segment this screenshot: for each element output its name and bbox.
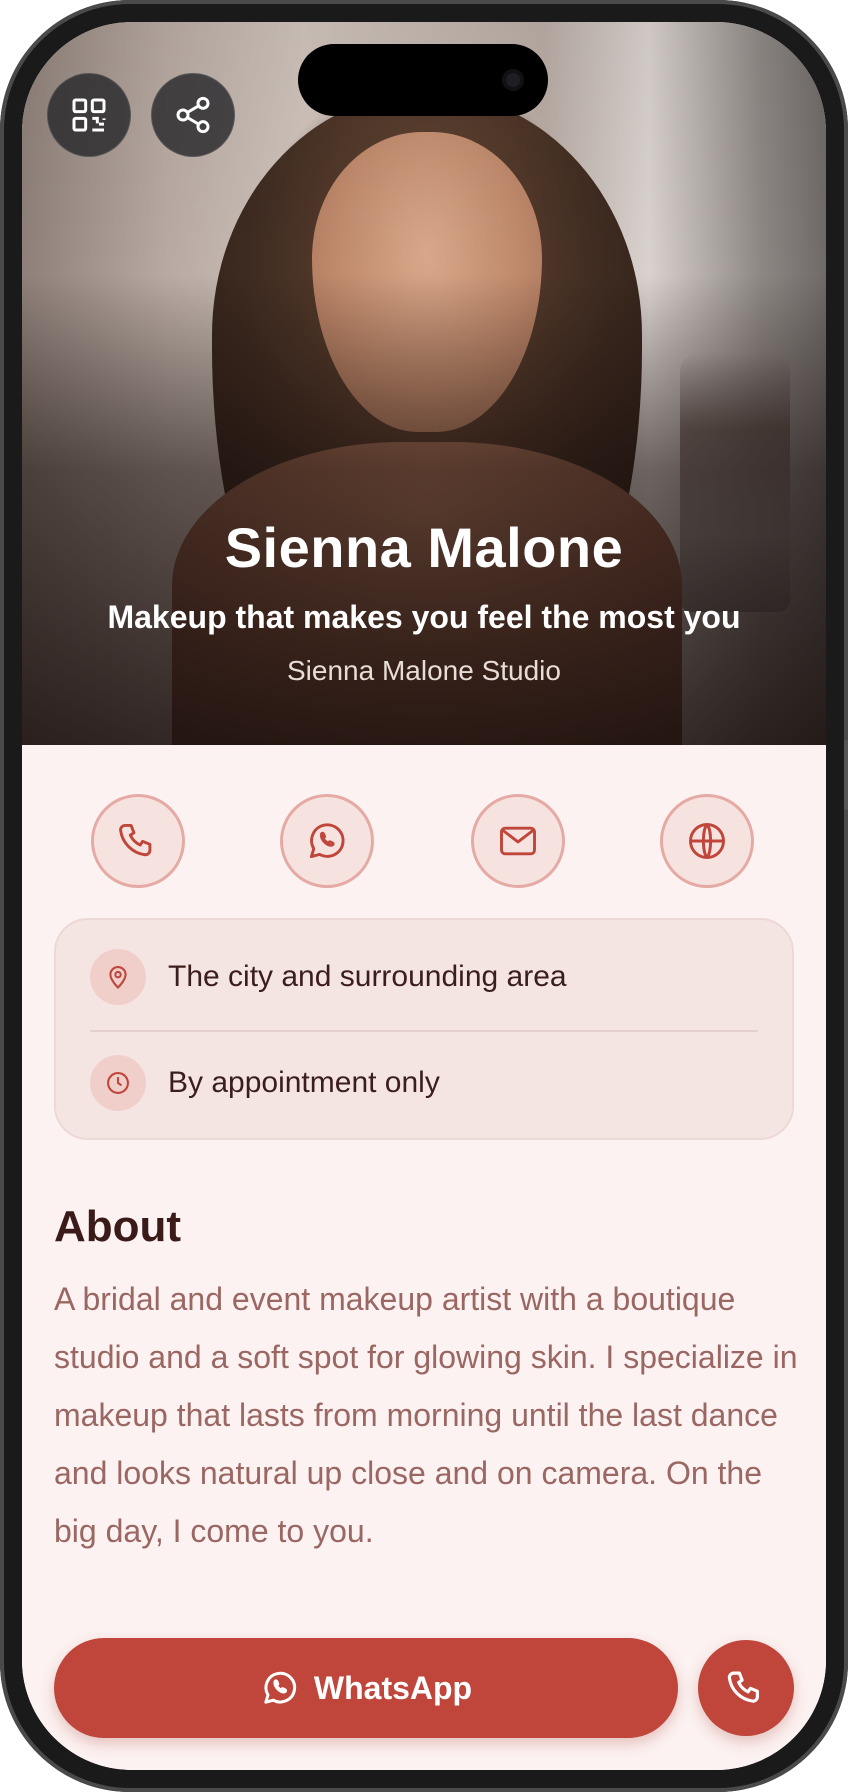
phone-action-button[interactable] [91,794,185,888]
about-heading: About [54,1202,182,1251]
email-action-button[interactable] [471,794,565,888]
mail-icon [500,826,536,856]
phone-icon [727,1671,759,1703]
whatsapp-icon [309,823,345,859]
share-icon [176,96,210,134]
about-text: A bridal and event makeup artist with a … [54,1281,798,1549]
location-row: The city and surrounding area [90,942,758,1012]
hours-text: By appointment only [168,1066,440,1099]
profile-name: Sienna Malone [224,516,624,579]
share-button[interactable] [151,73,235,157]
side-button [844,740,848,810]
contact-actions [22,794,826,890]
whatsapp-button[interactable]: WhatsApp [54,1638,678,1738]
location-icon-badge [90,949,146,1005]
hero-photo: Sienna Malone Makeup that makes you feel… [22,22,826,745]
hours-row: By appointment only [90,1048,758,1118]
whatsapp-button-label: WhatsApp [313,1669,473,1706]
dynamic-island [298,44,548,116]
call-button[interactable] [698,1640,794,1736]
info-divider [90,1030,758,1032]
profile-tagline: Makeup that makes you feel the most you [107,599,741,635]
phone-frame: Sienna Malone Makeup that makes you feel… [0,0,848,1792]
qr-code-icon [72,98,106,132]
hours-icon-badge [90,1055,146,1111]
location-text: The city and surrounding area [168,960,567,993]
screen: Sienna Malone Makeup that makes you feel… [22,22,826,1770]
map-pin-icon [109,966,127,989]
phone-icon [119,823,152,857]
clock-icon [107,1072,129,1094]
whatsapp-action-button[interactable] [280,794,374,888]
globe-icon [689,823,725,859]
front-camera [502,69,524,91]
info-card: The city and surrounding area By appoint… [54,918,794,1140]
studio-name: Sienna Malone Studio [287,655,561,686]
qr-code-button[interactable] [47,73,131,157]
hero-gradient-overlay [22,22,826,745]
website-action-button[interactable] [660,794,754,888]
whatsapp-icon [264,1671,296,1704]
